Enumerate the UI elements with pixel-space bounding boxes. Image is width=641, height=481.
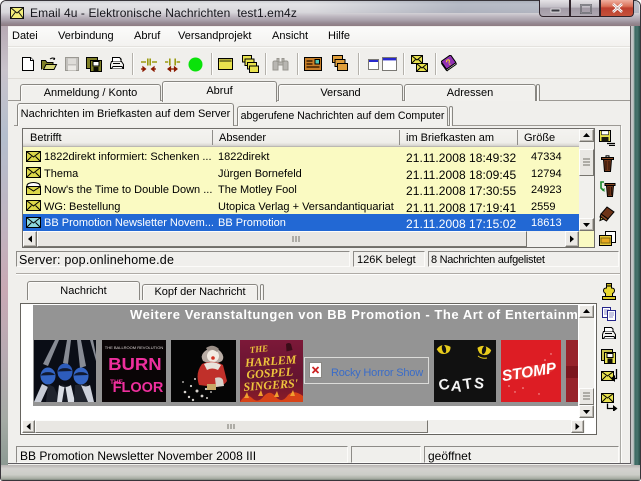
svg-text:BURN: BURN: [108, 354, 162, 373]
svg-text:THE BALLROOM REVOLUTION: THE BALLROOM REVOLUTION: [105, 345, 164, 350]
svg-text:THE: THE: [249, 343, 268, 355]
svg-text:FLOOR: FLOOR: [113, 380, 164, 396]
svg-text:A: A: [450, 378, 463, 396]
